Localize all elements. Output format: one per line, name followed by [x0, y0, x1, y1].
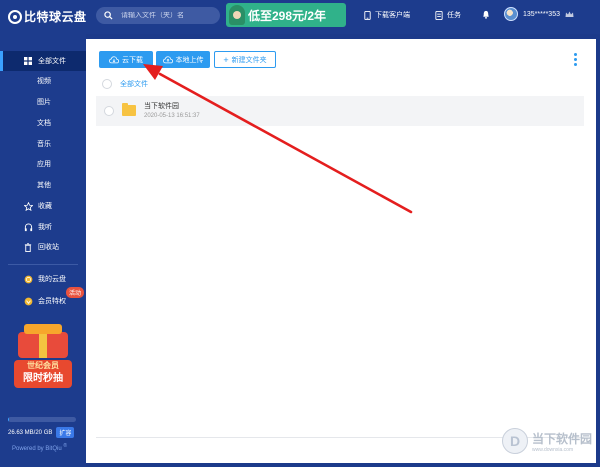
storage-progress-bar	[8, 417, 76, 422]
grid-icon	[22, 57, 34, 65]
sidebar-item-label: 回收站	[38, 244, 59, 251]
promo-card-text: 世纪会员 限时秒抽	[14, 360, 72, 388]
cloud-download-button[interactable]: 云下载	[99, 51, 153, 68]
new-folder-button[interactable]: + 新建文件夹	[214, 51, 276, 68]
sidebar-item-label: 全部文件	[38, 58, 66, 65]
search-input[interactable]	[121, 12, 211, 19]
local-upload-button[interactable]: 本地上传	[156, 51, 210, 68]
watermark-logo-icon: D	[502, 428, 528, 454]
sidebar-divider	[8, 264, 78, 265]
sidebar-item-label: 图片	[37, 99, 51, 106]
trash-icon	[22, 242, 34, 252]
powered-by-label: Powered by BitQiu	[12, 446, 62, 452]
user-menu[interactable]: 135*****353	[504, 7, 574, 21]
cloud-upload-icon	[162, 55, 173, 63]
notifications-button[interactable]	[482, 10, 490, 19]
promo-line-2: 限时秒抽	[23, 373, 63, 384]
top-bar: 比特球云盘 低至298元/2年 下载客户端 任务	[0, 0, 600, 34]
registered-icon: ®	[63, 443, 68, 449]
tasks-label: 任务	[447, 12, 461, 19]
breadcrumb: 全部文件	[102, 79, 148, 89]
sidebar-item-label: 应用	[37, 161, 51, 168]
local-upload-label: 本地上传	[175, 56, 204, 64]
sidebar-item-music[interactable]: 音乐	[0, 134, 86, 154]
breadcrumb-all-files[interactable]: 全部文件	[120, 79, 148, 89]
download-client-link[interactable]: 下载客户端	[364, 10, 410, 20]
table-row[interactable]: 当下软件园 2020-05-13 16:51:37	[96, 96, 584, 126]
username: 135*****353	[523, 10, 560, 18]
storage-text: 26.63 MB/20 GB	[8, 429, 53, 436]
phone-icon	[364, 10, 371, 20]
app-logo[interactable]: 比特球云盘	[8, 8, 87, 25]
task-list-icon	[435, 10, 443, 20]
sidebar-item-label: 视频	[37, 78, 51, 85]
headphones-icon	[22, 222, 34, 232]
new-folder-label: 新建文件夹	[231, 56, 267, 64]
bell-icon	[483, 10, 489, 19]
sidebar-item-recycle-bin[interactable]: 回收站	[0, 237, 86, 257]
cloud-download-label: 云下载	[122, 56, 143, 64]
sidebar-item-images[interactable]: 图片	[0, 92, 86, 112]
membership-promo-card[interactable]: 世纪会员 限时秒抽	[10, 324, 76, 390]
sidebar-item-all-files[interactable]: 全部文件	[0, 51, 86, 71]
vip-icon	[22, 297, 34, 306]
sidebar-item-listen[interactable]: 我听	[0, 217, 86, 237]
crown-icon	[565, 11, 574, 17]
sidebar-item-membership[interactable]: 会员特权 活动	[0, 287, 86, 311]
sidebar-item-label: 文档	[37, 120, 51, 127]
promo-text: 低至298元/2年	[248, 9, 327, 23]
file-modified-time: 2020-05-13 16:51:37	[144, 113, 200, 119]
folder-icon	[122, 103, 136, 116]
sidebar-item-other[interactable]: 其他	[0, 175, 86, 195]
storage-info: 26.63 MB/20 GB 扩容	[8, 427, 75, 438]
site-watermark: D 当下软件园 www.downxia.com	[502, 428, 592, 454]
sidebar-item-apps[interactable]: 应用	[0, 154, 86, 174]
avatar	[504, 7, 518, 21]
sidebar-item-label: 会员特权	[38, 298, 66, 305]
sidebar-item-videos[interactable]: 视频	[0, 71, 86, 91]
sidebar-item-label: 音乐	[37, 141, 51, 148]
file-name[interactable]: 当下软件园	[144, 101, 179, 111]
event-badge: 活动	[66, 287, 85, 298]
mascot-icon	[229, 5, 245, 25]
gift-box-icon	[18, 324, 68, 358]
storage-progress-fill	[8, 417, 10, 422]
plus-icon: +	[223, 54, 229, 65]
sidebar-item-my-cloud[interactable]: 我的云盘	[0, 269, 86, 289]
watermark-cn-text: 当下软件园	[532, 431, 593, 446]
logo-icon	[8, 9, 22, 24]
sidebar: 全部文件 视频 图片 文档 音乐 应用 其他 收藏 我听 回收站 我的云盘 会员…	[0, 34, 86, 467]
cloud-download-icon	[109, 55, 119, 63]
tasks-link[interactable]: 任务	[435, 10, 461, 20]
logo-text: 比特球云盘	[24, 10, 87, 24]
download-client-label: 下载客户端	[375, 12, 410, 19]
expand-storage-button[interactable]: 扩容	[56, 427, 75, 438]
promo-banner[interactable]: 低至298元/2年	[226, 3, 346, 27]
star-icon	[22, 201, 34, 211]
sidebar-item-documents[interactable]: 文档	[0, 113, 86, 133]
search-icon	[104, 11, 113, 20]
sidebar-item-label: 我的云盘	[38, 276, 66, 283]
main-panel: 云下载 本地上传 + 新建文件夹 全部文件 当下软件园 2020-05-13 1…	[86, 39, 596, 463]
sidebar-item-label: 其他	[37, 182, 51, 189]
powered-by-text: Powered by BitQiu ®	[12, 443, 67, 452]
watermark-url-text: www.downxia.com	[532, 446, 574, 453]
promo-line-1: 世纪会员	[27, 361, 59, 370]
select-all-checkbox[interactable]	[102, 79, 112, 89]
more-options-icon[interactable]	[574, 53, 578, 66]
sidebar-item-favorites[interactable]: 收藏	[0, 196, 86, 216]
sidebar-item-label: 我听	[38, 224, 52, 231]
row-checkbox[interactable]	[104, 106, 114, 116]
sidebar-item-label: 收藏	[38, 203, 52, 210]
search-box[interactable]	[96, 7, 220, 24]
coin-icon	[22, 275, 34, 284]
